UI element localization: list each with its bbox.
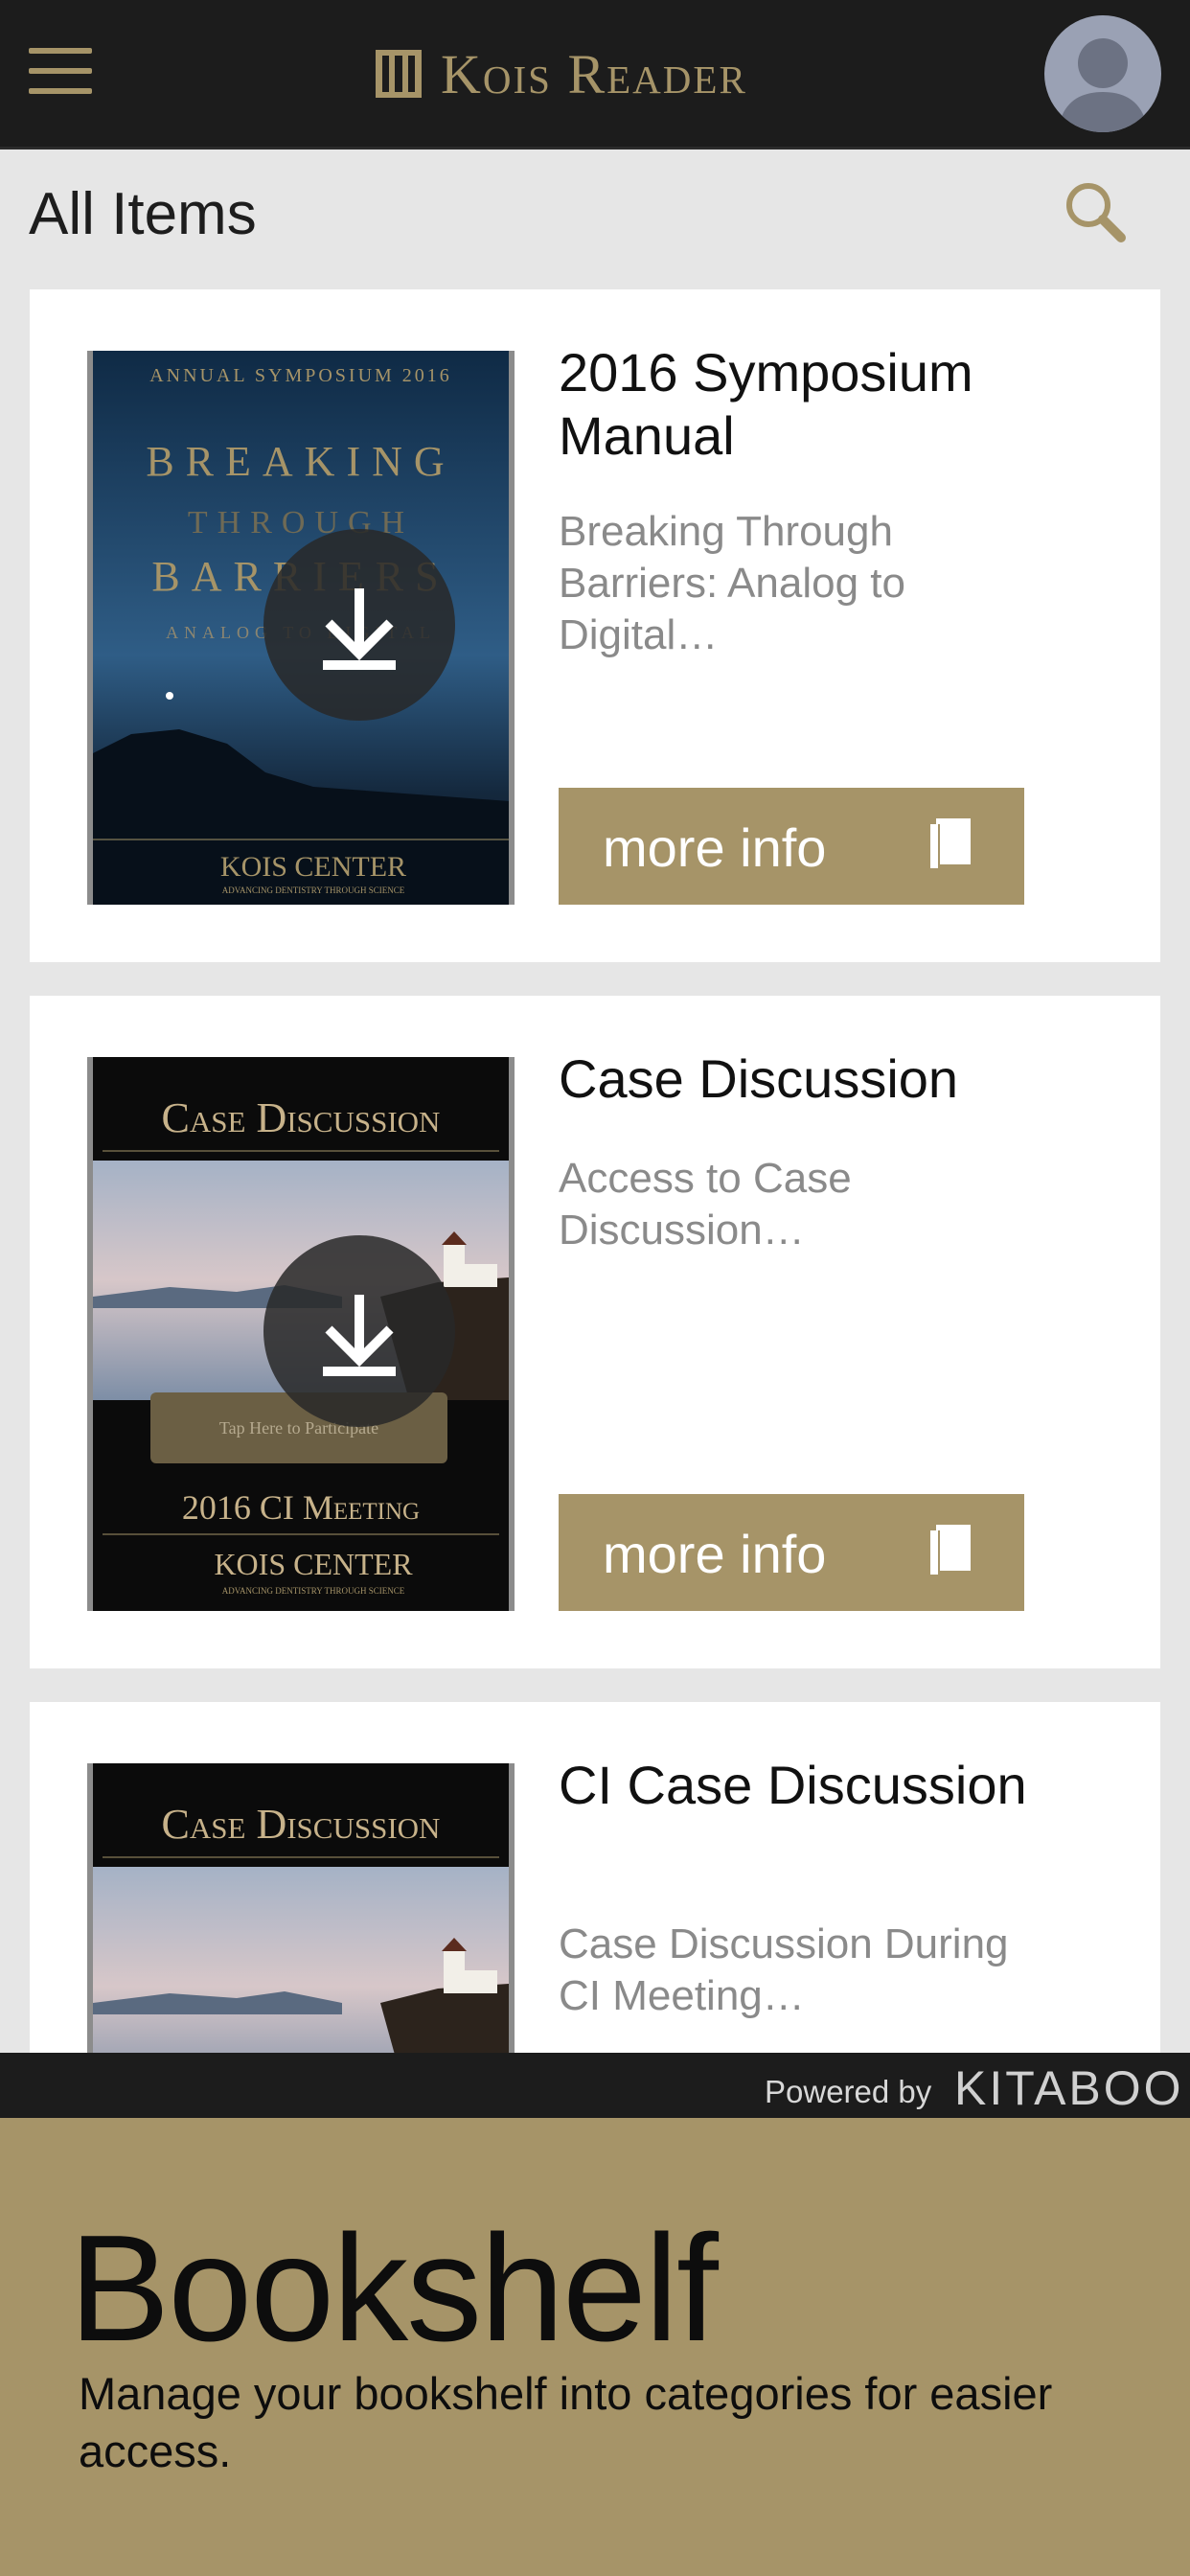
cover-meeting: 2016 CI Meeting — [182, 1488, 420, 1527]
book-description: Access to Case Discussion… — [559, 1155, 852, 1254]
more-info-button[interactable]: more info — [559, 1494, 1024, 1611]
cover-top-text: Case Discussion — [162, 1801, 441, 1848]
book-cover[interactable]: Case Discussion Tap Here to Participate … — [87, 1057, 515, 1611]
book-card[interactable]: Case Discussion CI Case Discussion Case … — [30, 1702, 1160, 2053]
book-icon — [930, 1525, 971, 1575]
powered-by-bar: Powered by KITABOO — [0, 2053, 1190, 2118]
cover-footer-sub: ADVANCING DENTISTRY THROUGH SCIENCE — [222, 1586, 405, 1596]
book-title: Case Discussion — [559, 1048, 959, 1109]
book-title: CI Case Discussion — [559, 1755, 1027, 1815]
items-list: ANNUAL SYMPOSIUM 2016 BREAKING THROUGH B… — [0, 0, 1190, 2053]
bookshelf-panel: Bookshelf Manage your bookshelf into cat… — [0, 2118, 1190, 2576]
kitaboo-logo: KITABOO — [954, 2061, 1184, 2115]
book-description: Breaking Through Barriers: Analog to Dig… — [559, 508, 905, 658]
more-info-label: more info — [603, 1524, 827, 1584]
cover-footer: KOIS CENTER — [214, 1547, 413, 1581]
panel-title: Bookshelf — [69, 2204, 719, 2373]
cover-top-text: ANNUAL SYMPOSIUM 2016 — [149, 365, 452, 386]
cover-footer: KOIS CENTER — [220, 851, 406, 883]
book-cover[interactable]: Case Discussion — [87, 1763, 515, 2053]
cover-line1: BREAKING — [146, 438, 455, 485]
book-card[interactable]: Case Discussion Tap Here to Participate … — [30, 996, 1160, 1668]
more-info-label: more info — [603, 817, 827, 878]
panel-description: Manage your bookshelf into categories fo… — [79, 2368, 1053, 2476]
cover-footer-sub: ADVANCING DENTISTRY THROUGH SCIENCE — [222, 886, 405, 895]
book-card[interactable]: ANNUAL SYMPOSIUM 2016 BREAKING THROUGH B… — [30, 289, 1160, 962]
cover-top-text: Case Discussion — [162, 1094, 441, 1141]
download-icon[interactable] — [263, 1235, 455, 1427]
book-cover[interactable]: ANNUAL SYMPOSIUM 2016 BREAKING THROUGH B… — [87, 351, 515, 905]
powered-by-label: Powered by — [765, 2074, 932, 2109]
book-icon — [930, 818, 971, 868]
book-title: 2016 Symposium Manual — [559, 342, 973, 466]
more-info-button[interactable]: more info — [559, 788, 1024, 905]
download-icon[interactable] — [263, 529, 455, 721]
book-description: Case Discussion During CI Meeting… — [559, 1920, 1009, 2019]
